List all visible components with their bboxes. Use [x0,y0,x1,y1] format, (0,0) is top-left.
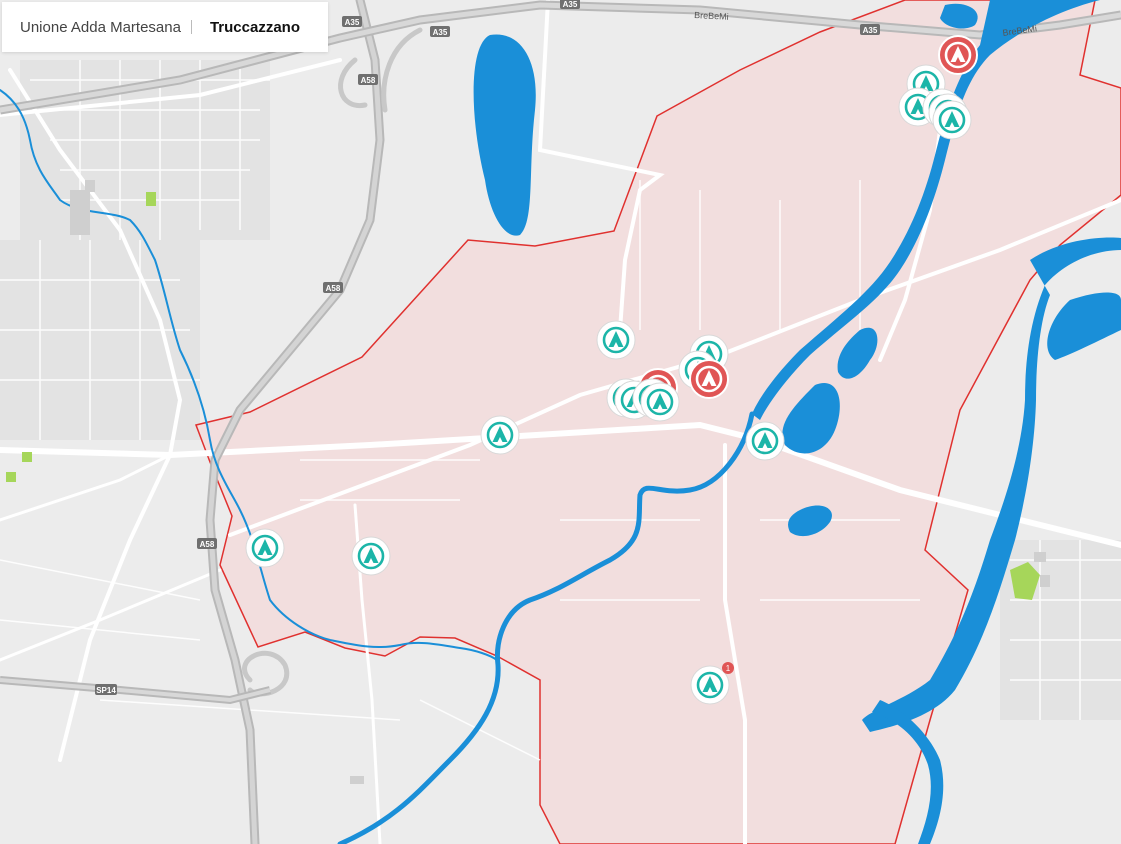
map-canvas[interactable]: A35 A35 A35 A35 A58 A58 A58 SP14 BreBeMi… [0,0,1121,844]
svg-text:1: 1 [726,664,731,673]
svg-text:A58: A58 [326,284,341,293]
cluster-badge: 1 [722,662,734,674]
poi-red-icon[interactable] [937,34,979,76]
poi-teal-icon[interactable] [595,319,637,361]
svg-text:A35: A35 [863,26,878,35]
breadcrumb: Unione Adda Martesana Truccazzano [2,2,328,52]
svg-text:A35: A35 [433,28,448,37]
breadcrumb-current: Truccazzano [209,18,300,36]
svg-text:A35: A35 [345,18,360,27]
poi-teal-icon[interactable] [744,420,786,462]
svg-text:A58: A58 [200,540,215,549]
poi-red-icon[interactable] [688,358,730,400]
poi-teal-icon[interactable] [931,99,973,141]
poi-teal-icon[interactable] [244,527,286,569]
poi-teal-icon[interactable] [350,535,392,577]
poi-teal-icon[interactable] [639,381,681,423]
svg-text:A58: A58 [361,76,376,85]
breadcrumb-parent-link[interactable]: Unione Adda Martesana [2,19,191,36]
svg-text:A35: A35 [563,0,578,9]
svg-text:BreBeMi: BreBeMi [694,10,729,22]
poi-teal-icon[interactable] [479,414,521,456]
svg-text:SP14: SP14 [96,686,116,695]
